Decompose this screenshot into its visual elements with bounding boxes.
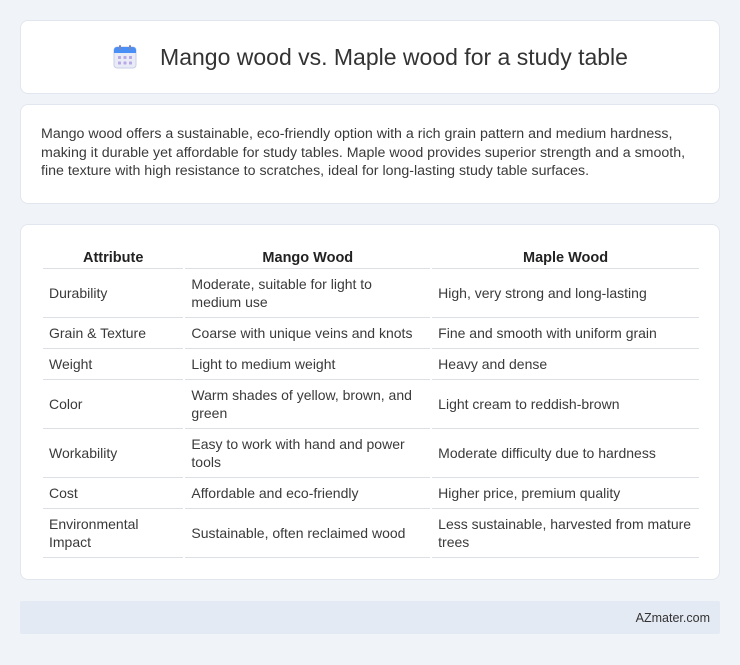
row-mango-value: Sustainable, often reclaimed wood [185, 509, 431, 558]
description-card: Mango wood offers a sustainable, eco-fri… [20, 104, 720, 204]
row-attribute: Cost [43, 478, 184, 509]
row-maple-value: Heavy and dense [432, 349, 699, 380]
header-attribute: Attribute [43, 245, 184, 269]
header-mango-wood: Mango Wood [185, 245, 431, 269]
row-attribute: Durability [43, 269, 184, 318]
table-row: Grain & Texture Coarse with unique veins… [43, 318, 699, 349]
title-wrap: Mango wood vs. Maple wood for a study ta… [112, 44, 628, 71]
row-attribute: Weight [43, 349, 184, 380]
row-attribute: Color [43, 380, 184, 429]
row-maple-value: Light cream to reddish-brown [432, 380, 699, 429]
row-mango-value: Warm shades of yellow, brown, and green [185, 380, 431, 429]
comparison-card: Attribute Mango Wood Maple Wood Durabili… [20, 224, 720, 580]
row-mango-value: Affordable and eco-friendly [185, 478, 431, 509]
table-row: Durability Moderate, suitable for light … [43, 269, 699, 318]
row-maple-value: Higher price, premium quality [432, 478, 699, 509]
row-mango-value: Light to medium weight [185, 349, 431, 380]
comparison-table: Attribute Mango Wood Maple Wood Durabili… [41, 245, 701, 558]
row-mango-value: Moderate, suitable for light to medium u… [185, 269, 431, 318]
table-row: Cost Affordable and eco-friendly Higher … [43, 478, 699, 509]
row-maple-value: Less sustainable, harvested from mature … [432, 509, 699, 558]
calendar-icon [113, 45, 137, 69]
table-row: Weight Light to medium weight Heavy and … [43, 349, 699, 380]
description-text: Mango wood offers a sustainable, eco-fri… [41, 126, 686, 180]
page-title: Mango wood vs. Maple wood for a study ta… [160, 43, 628, 70]
row-attribute: Workability [43, 429, 184, 478]
row-maple-value: High, very strong and long-lasting [432, 269, 699, 318]
header-maple-wood: Maple Wood [432, 245, 699, 269]
row-mango-value: Easy to work with hand and power tools [185, 429, 431, 478]
footer: AZmater.com [20, 601, 720, 634]
row-maple-value: Moderate difficulty due to hardness [432, 429, 699, 478]
row-attribute: Grain & Texture [43, 318, 184, 349]
row-attribute: Environmental Impact [43, 509, 184, 558]
table-header-row: Attribute Mango Wood Maple Wood [43, 245, 699, 269]
table-row: Color Warm shades of yellow, brown, and … [43, 380, 699, 429]
footer-brand: AZmater.com [635, 610, 710, 625]
table-row: Workability Easy to work with hand and p… [43, 429, 699, 478]
title-card: Mango wood vs. Maple wood for a study ta… [20, 20, 720, 94]
table-row: Environmental Impact Sustainable, often … [43, 509, 699, 558]
row-mango-value: Coarse with unique veins and knots [185, 318, 431, 349]
row-maple-value: Fine and smooth with uniform grain [432, 318, 699, 349]
